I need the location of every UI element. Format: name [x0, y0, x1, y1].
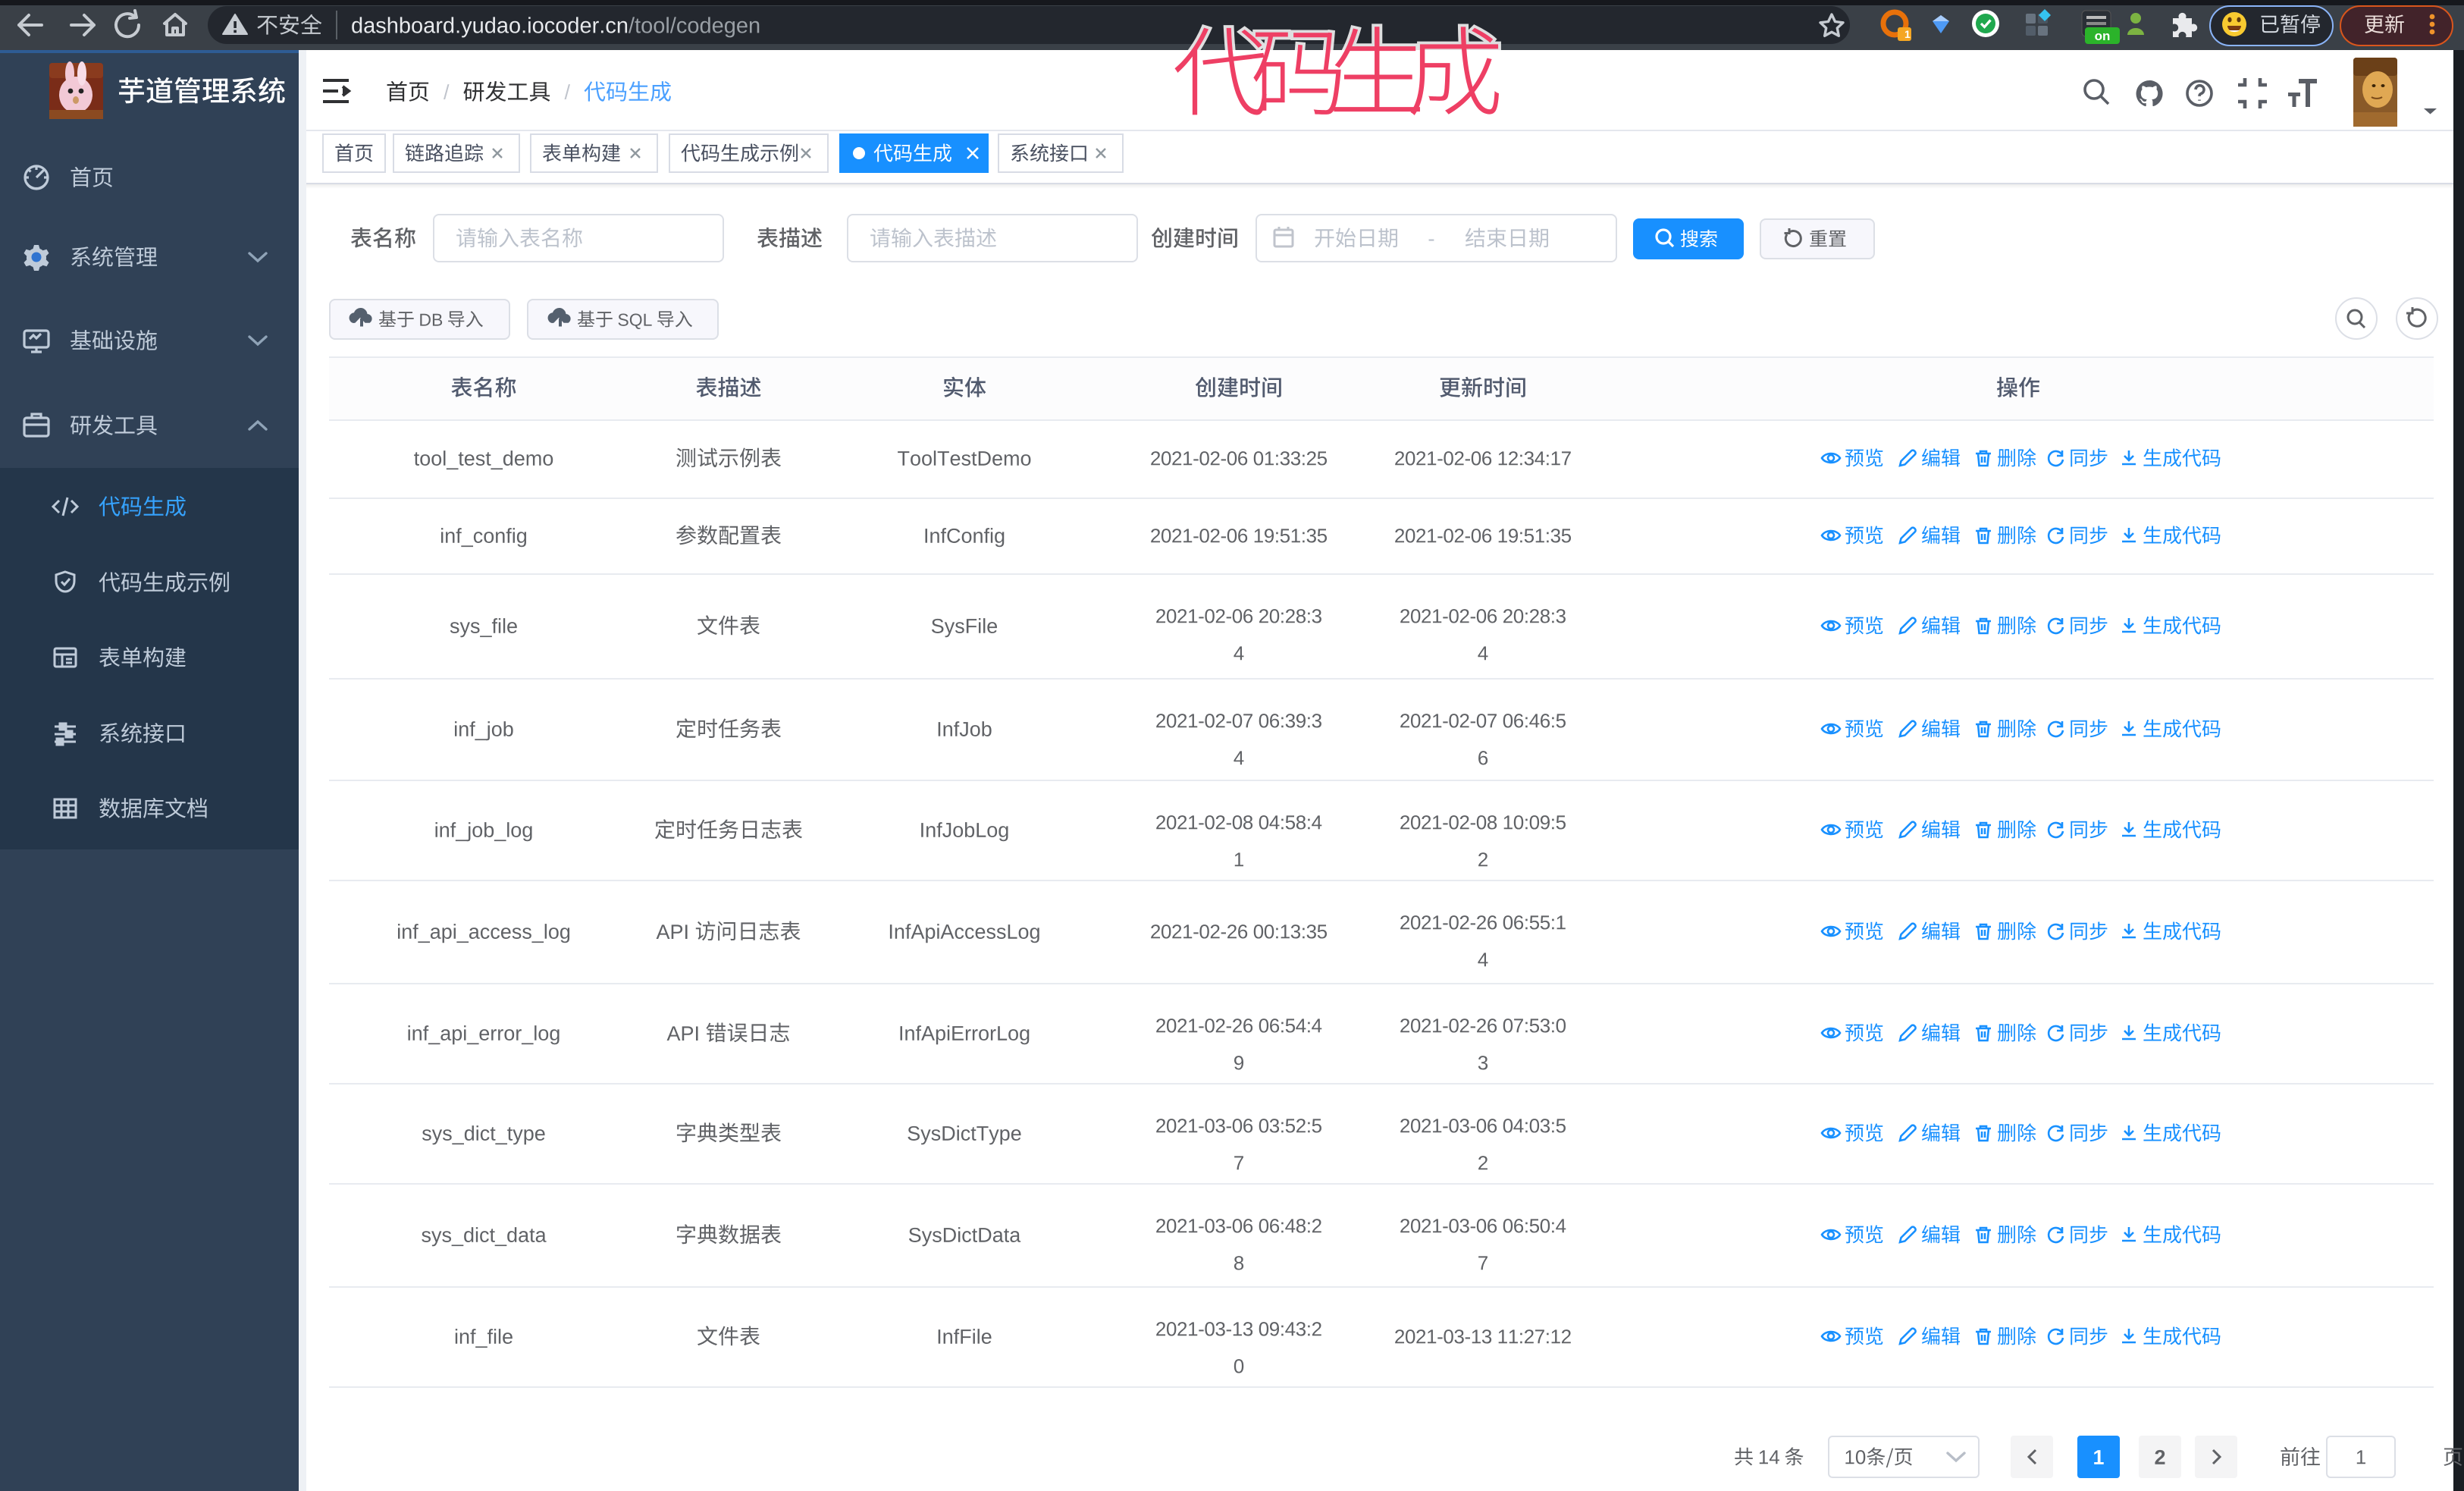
svg-text:1: 1 [1904, 28, 1911, 40]
svg-text:on: on [2095, 29, 2111, 43]
